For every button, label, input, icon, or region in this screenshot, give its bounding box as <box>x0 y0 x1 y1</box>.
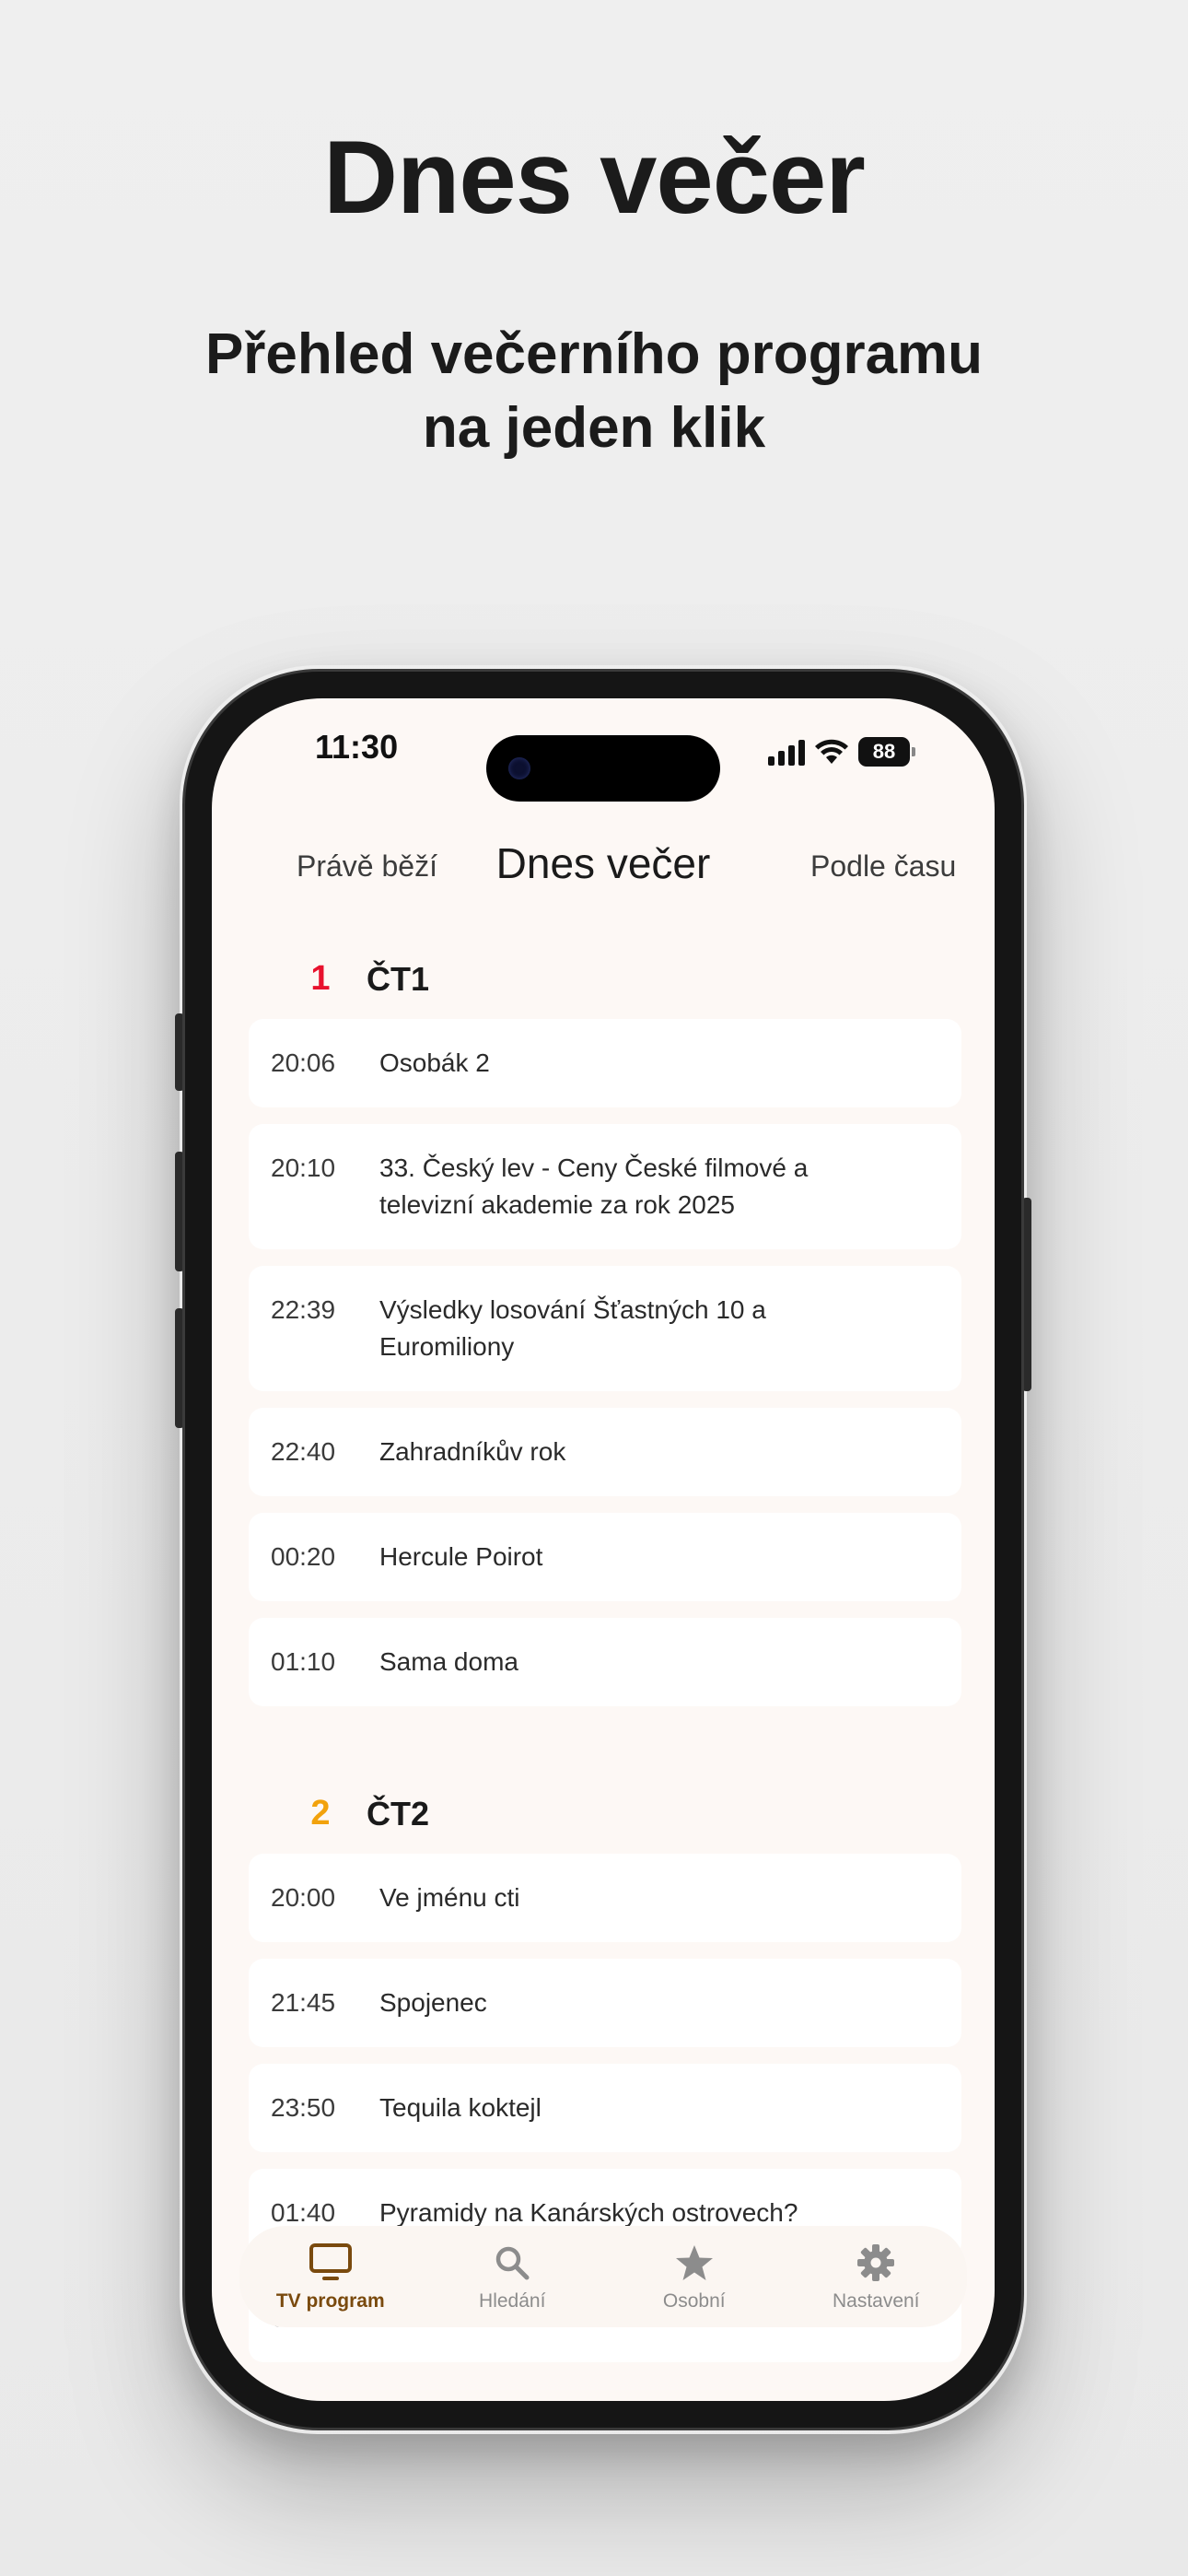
promo-subtitle-line-2: na jeden klik <box>422 396 766 460</box>
program-title: Výsledky losování Šťastných 10 a Euromil… <box>379 1295 766 1361</box>
channel-header: 2 ČT2 <box>212 1754 995 1846</box>
camera-icon <box>508 757 530 779</box>
program-row[interactable]: 22:40 Zahradníkův rok <box>249 1408 961 1496</box>
program-time: 22:39 <box>271 1295 336 1324</box>
tab-bar: TV program Hledání Osobní Nastavení <box>239 2226 967 2327</box>
tab-label: TV program <box>275 2290 385 2312</box>
tv-icon <box>309 2243 352 2280</box>
app-header: Dnes večer Právě běží Podle času <box>212 827 995 901</box>
program-row[interactable]: 00:20 Hercule Poirot <box>249 1513 961 1601</box>
program-time: 22:40 <box>271 1437 336 1466</box>
program-row[interactable]: 20:00 Ve jménu cti <box>249 1854 961 1942</box>
program-title: Spojenec <box>379 1988 487 2017</box>
program-row[interactable]: 20:06 Osobák 2 <box>249 1019 961 1107</box>
channel-header: 1 ČT1 <box>212 919 995 1012</box>
dynamic-island <box>486 735 720 802</box>
promo-subtitle: Přehled večerního programu na jeden klik <box>0 318 1188 465</box>
program-time: 00:20 <box>271 1542 336 1571</box>
channel-name: ČT1 <box>367 960 430 998</box>
program-row[interactable]: 21:45 Spojenec <box>249 1959 961 2047</box>
phone-screen: 11:30 88 Dnes večer Právě běží Podle čas… <box>212 698 995 2401</box>
tab-tv-program[interactable]: TV program <box>239 2226 422 2327</box>
gear-icon <box>857 2244 895 2281</box>
promo-page: Dnes večer Přehled večerního programu na… <box>0 0 1188 2576</box>
promo-title: Dnes večer <box>323 120 866 235</box>
program-title: 33. Český lev - Ceny České filmové a tel… <box>379 1153 809 1219</box>
program-row[interactable]: 20:10 33. Český lev - Ceny České filmové… <box>249 1124 961 1249</box>
program-row[interactable]: 23:50 Tequila koktejl <box>249 2064 961 2152</box>
promo-subtitle-line-1: Přehled večerního programu <box>204 322 984 386</box>
program-row[interactable]: 22:39 Výsledky losování Šťastných 10 a E… <box>249 1266 961 1391</box>
tab-label: Hledání <box>479 2290 546 2312</box>
by-time-link[interactable]: Podle času <box>810 849 956 884</box>
tab-search[interactable]: Hledání <box>422 2226 604 2327</box>
channel-logo: 2 <box>310 1794 331 1832</box>
program-row[interactable]: 01:10 Sama doma <box>249 1618 961 1706</box>
program-title: Ve jménu cti <box>379 1883 520 1912</box>
program-time: 01:10 <box>271 1647 336 1676</box>
channel-logo: 1 <box>310 959 331 998</box>
program-title: Sama doma <box>379 1647 518 1676</box>
search-icon <box>496 2246 530 2280</box>
tab-personal[interactable]: Osobní <box>603 2226 786 2327</box>
program-title: Tequila koktejl <box>379 2093 542 2122</box>
program-time: 20:06 <box>271 1048 336 1077</box>
program-title: Zahradníkův rok <box>379 1437 566 1466</box>
tab-label: Osobní <box>662 2290 726 2312</box>
program-time: 21:45 <box>271 1988 336 2017</box>
cellular-signal-icon <box>768 738 805 766</box>
battery-icon: 88 <box>858 737 915 767</box>
star-icon <box>675 2245 713 2280</box>
now-playing-link[interactable]: Právě běží <box>297 849 437 884</box>
program-time: 20:10 <box>271 1153 336 1182</box>
tab-label: Nastavení <box>832 2290 920 2312</box>
status-icons: 88 <box>768 733 915 770</box>
status-time: 11:30 <box>315 728 399 766</box>
program-time: 23:50 <box>271 2093 336 2122</box>
program-list[interactable]: 1 ČT1 20:06 Osobák 2 20:10 33. Český lev… <box>212 919 995 2379</box>
channel-name: ČT2 <box>367 1795 430 1832</box>
tab-settings[interactable]: Nastavení <box>786 2226 968 2327</box>
program-time: 20:00 <box>271 1883 336 1912</box>
program-title: Hercule Poirot <box>379 1542 543 1571</box>
program-title: Osobák 2 <box>379 1048 490 1077</box>
wifi-icon <box>815 739 848 764</box>
